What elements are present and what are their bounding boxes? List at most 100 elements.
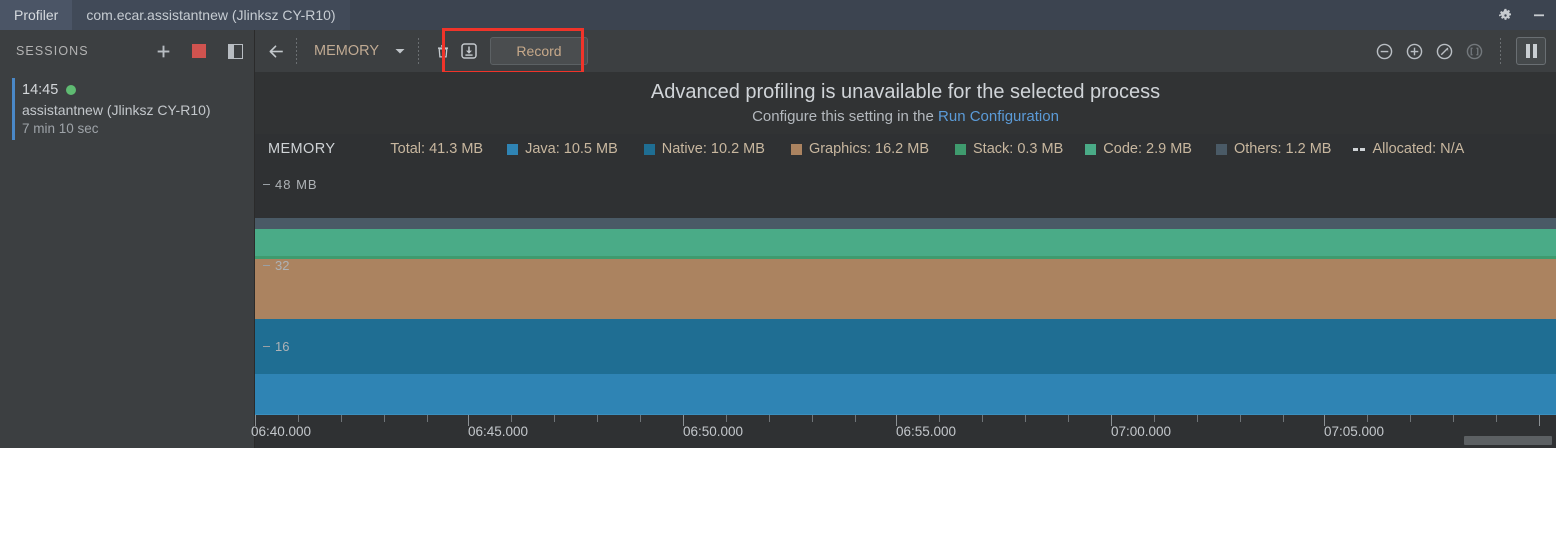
time-axis[interactable]: 06:40.000 06:45.000 06:50.000 06:55.000 <box>251 414 1556 448</box>
legend-item-allocated[interactable]: Allocated: N/A <box>1353 141 1464 157</box>
toolbar-separator-2 <box>418 38 419 64</box>
settings-button[interactable] <box>1488 0 1522 30</box>
legend-item-graphics[interactable]: Graphics: 16.2 MB <box>790 141 929 157</box>
sessions-actions <box>152 40 246 62</box>
time-tick-minor <box>1496 415 1497 422</box>
chart-band-others <box>255 218 1556 229</box>
time-tick-minor <box>982 415 983 422</box>
legend-label-allocated: Allocated: N/A <box>1372 141 1465 157</box>
export-icon <box>461 43 477 59</box>
time-tick-minor <box>1453 415 1454 422</box>
legend-swatch-java <box>507 143 519 155</box>
time-label-1: 06:45.000 <box>468 424 529 439</box>
time-label-2: 06:50.000 <box>683 424 744 439</box>
time-tick-minor <box>939 415 940 422</box>
chart-band-native <box>255 319 1556 374</box>
legend-label-code: Code: 2.9 MB <box>1103 141 1192 157</box>
y-axis-label-48: 48 MB <box>263 177 318 192</box>
time-tick-minor <box>1197 415 1198 422</box>
add-session-button[interactable] <box>152 40 174 62</box>
trash-icon <box>438 45 448 58</box>
session-time: 14:45 <box>22 82 59 98</box>
zoom-out-icon <box>1376 43 1392 59</box>
chart-band-code <box>255 229 1556 256</box>
memory-chart[interactable]: 48 MB 32 16 <box>255 164 1556 414</box>
time-label-0: 06:40.000 <box>251 424 312 439</box>
legend-item-stack[interactable]: Stack: 0.3 MB <box>955 141 1063 157</box>
stage-dropdown-button[interactable] <box>389 40 411 62</box>
pause-icon-bar2 <box>1532 44 1537 58</box>
time-tick-major <box>1539 415 1540 426</box>
time-tick-minor <box>384 415 385 422</box>
minimize-button[interactable] <box>1522 0 1556 30</box>
time-tick-minor <box>726 415 727 422</box>
y-tick-48 <box>263 184 270 185</box>
session-list-item[interactable]: 14:45 assistantnew (Jlinksz CY-R10) 7 mi… <box>0 72 254 148</box>
minimize-icon <box>1534 14 1544 17</box>
stage-selector[interactable]: MEMORY <box>304 43 389 59</box>
legend-total: Total: 41.3 MB <box>390 141 484 157</box>
clear-capture-button[interactable] <box>432 40 454 62</box>
legend-swatch-stack <box>955 143 967 155</box>
sessions-header: SESSIONS <box>0 30 255 72</box>
time-label-4: 07:00.000 <box>1111 424 1172 439</box>
attach-live-button[interactable] <box>1463 40 1485 62</box>
time-tick-minor <box>1410 415 1411 422</box>
time-tick-minor <box>597 415 598 422</box>
zoom-controls <box>1373 37 1546 65</box>
legend-item-java[interactable]: Java: 10.5 MB <box>507 141 618 157</box>
tab-process[interactable]: com.ecar.assistantnew (Jlinksz CY-R10) <box>72 0 350 30</box>
reset-zoom-button[interactable] <box>1433 40 1455 62</box>
time-tick-minor <box>427 415 428 422</box>
time-tick-minor <box>554 415 555 422</box>
time-tick-minor <box>1240 415 1241 422</box>
legend-label-java: Java: 10.5 MB <box>525 141 618 157</box>
time-label-5: 07:05.000 <box>1324 424 1385 439</box>
pause-button[interactable] <box>1516 37 1546 65</box>
profiler-window: Profiler com.ecar.assistantnew (Jlinksz … <box>0 0 1556 448</box>
chart-band-graphics <box>255 259 1556 319</box>
tab-profiler[interactable]: Profiler <box>0 0 73 30</box>
legend-title: MEMORY <box>268 141 336 157</box>
notice-headline: Advanced profiling is unavailable for th… <box>650 81 1161 103</box>
chevron-down-icon <box>395 49 405 54</box>
legend-swatch-code <box>1085 143 1097 155</box>
legend-swatch-others <box>1215 143 1227 155</box>
stage-toolbar: MEMORY Record <box>255 30 1556 72</box>
stop-session-button[interactable] <box>188 40 210 62</box>
time-tick-minor <box>640 415 641 422</box>
run-configuration-link[interactable]: Run Configuration <box>938 108 1059 125</box>
notice-sub-prefix: Configure this setting in the <box>752 108 939 125</box>
pause-icon <box>1525 44 1530 58</box>
time-tick-minor <box>511 415 512 422</box>
legend-item-native[interactable]: Native: 10.2 MB <box>643 141 765 157</box>
zoom-in-button[interactable] <box>1403 40 1425 62</box>
stop-icon <box>192 44 206 58</box>
time-tick-minor <box>1154 415 1155 422</box>
chart-band-java <box>255 374 1556 414</box>
back-button[interactable] <box>263 40 289 62</box>
main-toolbar: SESSIONS MEMORY Record <box>0 30 1556 72</box>
export-capture-button[interactable] <box>458 40 480 62</box>
record-button[interactable]: Record <box>490 37 588 65</box>
session-live-dot-icon <box>66 85 77 95</box>
session-process-name: assistantnew (Jlinksz CY-R10) <box>22 102 211 118</box>
legend-label-others: Others: 1.2 MB <box>1233 141 1332 157</box>
allocated-dash-icon <box>1353 147 1366 151</box>
window-tab-bar: Profiler com.ecar.assistantnew (Jlinksz … <box>0 0 1556 30</box>
horizontal-scrollbar[interactable] <box>1464 436 1552 445</box>
time-tick-minor <box>1283 415 1284 422</box>
time-tick-minor <box>1025 415 1026 422</box>
legend-swatch-native <box>643 143 655 155</box>
toolbar-separator-3 <box>1500 38 1501 64</box>
record-button-label: Record <box>516 43 562 59</box>
back-arrow-icon <box>269 44 283 58</box>
toolbar-separator-1 <box>296 38 297 64</box>
zoom-out-button[interactable] <box>1373 40 1395 62</box>
legend-item-others[interactable]: Others: 1.2 MB <box>1215 141 1332 157</box>
memory-legend: MEMORY Total: 41.3 MB Java: 10.5 MB Nati… <box>255 134 1556 164</box>
toggle-sessions-pane-button[interactable] <box>224 40 246 62</box>
time-label-3: 06:55.000 <box>896 424 957 439</box>
legend-item-code[interactable]: Code: 2.9 MB <box>1085 141 1192 157</box>
session-time-row: 14:45 <box>22 82 244 98</box>
